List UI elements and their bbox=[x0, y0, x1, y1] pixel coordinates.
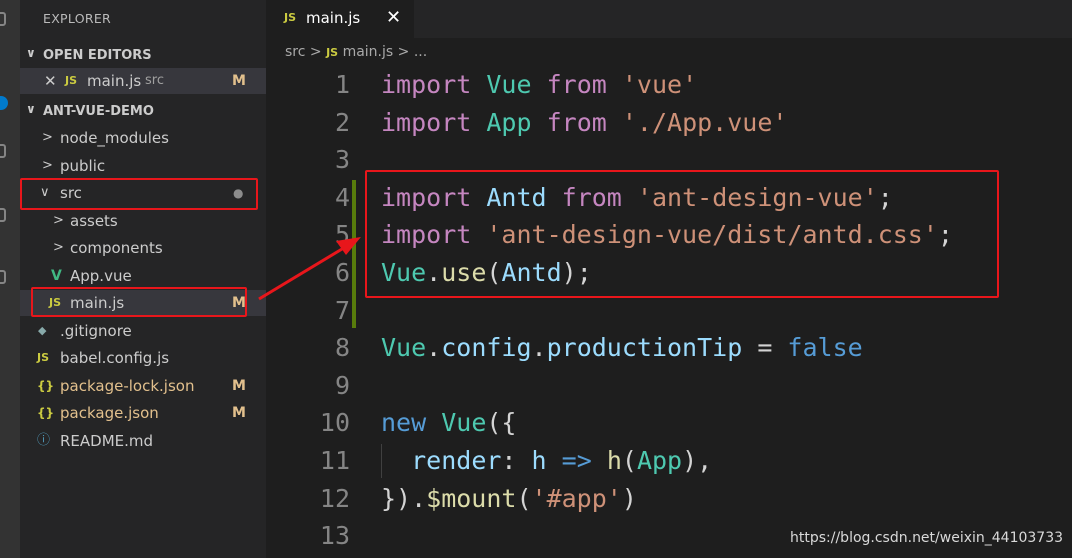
watermark-text: https://blog.csdn.net/weixin_44103733 bbox=[790, 530, 1064, 546]
annotation-arrow bbox=[258, 237, 361, 301]
